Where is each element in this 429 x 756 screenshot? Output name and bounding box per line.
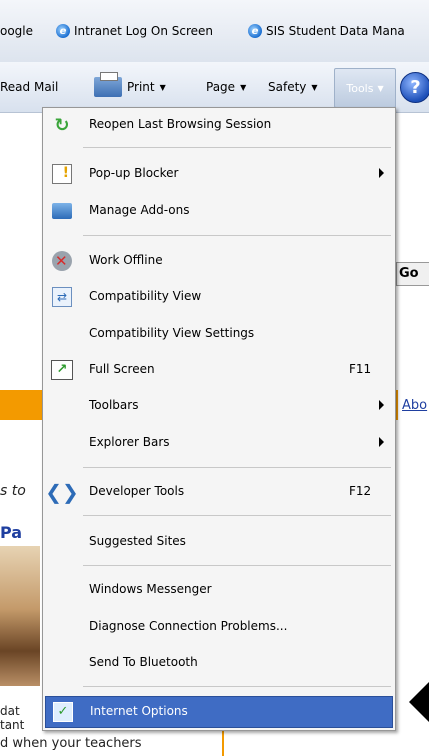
menu-separator xyxy=(83,235,391,236)
menu-item-shortcut: F11 xyxy=(349,362,372,376)
page-photo xyxy=(0,546,40,686)
compatibility-view-icon: ⇄ xyxy=(51,286,73,308)
menu-item-label: Compatibility View xyxy=(89,289,202,303)
menu-item-label: Reopen Last Browsing Session xyxy=(89,117,272,131)
safety-button[interactable]: Safety ▼ xyxy=(268,77,318,97)
popup-blocker-icon xyxy=(51,163,73,185)
submenu-arrow-icon xyxy=(379,437,384,447)
printer-icon xyxy=(94,72,122,97)
chevron-down-icon: ▼ xyxy=(377,83,384,93)
chevron-down-icon: ▼ xyxy=(240,82,247,92)
menu-item-diagnose-connection[interactable]: Diagnose Connection Problems... xyxy=(45,612,393,642)
favorite-google[interactable]: oogle xyxy=(0,22,33,40)
read-mail-label: Read Mail xyxy=(0,80,59,94)
menu-item-shortcut: F12 xyxy=(349,484,372,498)
ie-icon: e xyxy=(56,24,70,38)
menu-item-compatibility-view[interactable]: ⇄ Compatibility View xyxy=(45,282,393,312)
tools-menu: ↻ Reopen Last Browsing Session Pop-up Bl… xyxy=(42,107,396,731)
menu-item-internet-options[interactable]: ✓ Internet Options xyxy=(45,696,393,728)
tools-button[interactable]: Tools ▼ xyxy=(334,68,396,108)
about-link[interactable]: Abo xyxy=(402,398,427,413)
full-screen-icon: ↗ xyxy=(51,359,73,381)
help-button[interactable]: ? xyxy=(400,72,429,103)
pointer-arrow-icon xyxy=(409,682,429,722)
page-heading-fragment: Pa xyxy=(0,523,23,542)
menu-item-label: Developer Tools xyxy=(89,484,185,498)
chevron-down-icon[interactable]: ▼ xyxy=(160,83,166,92)
menu-item-label: Explorer Bars xyxy=(89,435,170,449)
print-button[interactable]: Print ▼ xyxy=(94,72,166,97)
internet-options-icon: ✓ xyxy=(52,701,74,723)
submenu-arrow-icon xyxy=(379,400,384,410)
page-body-text: d when your teachers xyxy=(0,736,142,751)
page-label: Page xyxy=(206,80,236,94)
menu-item-label: Toolbars xyxy=(89,398,139,412)
menu-item-label: Send To Bluetooth xyxy=(89,655,198,669)
ie-icon: e xyxy=(248,24,262,38)
menu-item-developer-tools[interactable]: ❮❯ Developer Tools F12 xyxy=(45,477,393,507)
favorite-intranet[interactable]: e Intranet Log On Screen xyxy=(56,22,213,40)
favorites-bar: oogle e Intranet Log On Screen e SIS Stu… xyxy=(0,0,429,62)
work-offline-icon xyxy=(51,250,73,272)
print-label: Print xyxy=(127,80,155,94)
menu-item-popup-blocker[interactable]: Pop-up Blocker xyxy=(45,159,393,189)
page-body-text: tant xyxy=(0,718,25,732)
menu-item-windows-messenger[interactable]: Windows Messenger xyxy=(45,575,393,605)
favorite-label: oogle xyxy=(0,24,34,38)
favorite-label: SIS Student Data Mana xyxy=(266,24,405,38)
menu-item-label: Manage Add-ons xyxy=(89,203,190,217)
menu-item-label: Full Screen xyxy=(89,362,155,376)
submenu-arrow-icon xyxy=(379,168,384,178)
developer-tools-icon: ❮❯ xyxy=(45,480,79,504)
help-icon: ? xyxy=(410,77,421,98)
menu-item-work-offline[interactable]: Work Offline xyxy=(45,246,393,276)
go-button[interactable]: Go xyxy=(396,262,429,286)
menu-item-explorer-bars[interactable]: Explorer Bars xyxy=(45,428,393,458)
menu-item-label: Diagnose Connection Problems... xyxy=(89,619,288,633)
menu-item-send-to-bluetooth[interactable]: Send To Bluetooth xyxy=(45,648,393,678)
menu-separator xyxy=(83,565,391,566)
menu-separator xyxy=(83,467,391,468)
menu-item-reopen-last-session[interactable]: ↻ Reopen Last Browsing Session xyxy=(45,110,393,140)
page-body-text: dat xyxy=(0,704,20,718)
menu-separator xyxy=(83,515,391,516)
menu-item-suggested-sites[interactable]: Suggested Sites xyxy=(45,527,393,557)
menu-item-label: Internet Options xyxy=(90,704,188,718)
menu-item-label: Compatibility View Settings xyxy=(89,326,255,340)
favorite-label: Intranet Log On Screen xyxy=(74,24,214,38)
page-button[interactable]: Page ▼ xyxy=(206,77,246,97)
menu-separator xyxy=(83,686,391,687)
favorite-sis[interactable]: e SIS Student Data Mana xyxy=(248,22,405,40)
menu-item-full-screen[interactable]: ↗ Full Screen F11 xyxy=(45,355,393,385)
menu-item-toolbars[interactable]: Toolbars xyxy=(45,391,393,421)
menu-item-manage-addons[interactable]: Manage Add-ons xyxy=(45,196,393,226)
menu-item-label: Pop-up Blocker xyxy=(89,166,179,180)
read-mail-button[interactable]: Read Mail xyxy=(0,77,58,97)
safety-label: Safety xyxy=(268,80,307,94)
menu-item-label: Work Offline xyxy=(89,253,163,267)
menu-separator xyxy=(83,147,391,148)
chevron-down-icon: ▼ xyxy=(311,82,318,92)
reopen-session-icon: ↻ xyxy=(54,114,70,136)
menu-item-compatibility-view-settings[interactable]: Compatibility View Settings xyxy=(45,319,393,349)
menu-item-label: Suggested Sites xyxy=(89,534,186,548)
addons-icon xyxy=(51,200,73,222)
page-italic-text: s to xyxy=(0,483,26,499)
menu-item-label: Windows Messenger xyxy=(89,582,212,596)
tools-label: Tools xyxy=(346,81,374,95)
